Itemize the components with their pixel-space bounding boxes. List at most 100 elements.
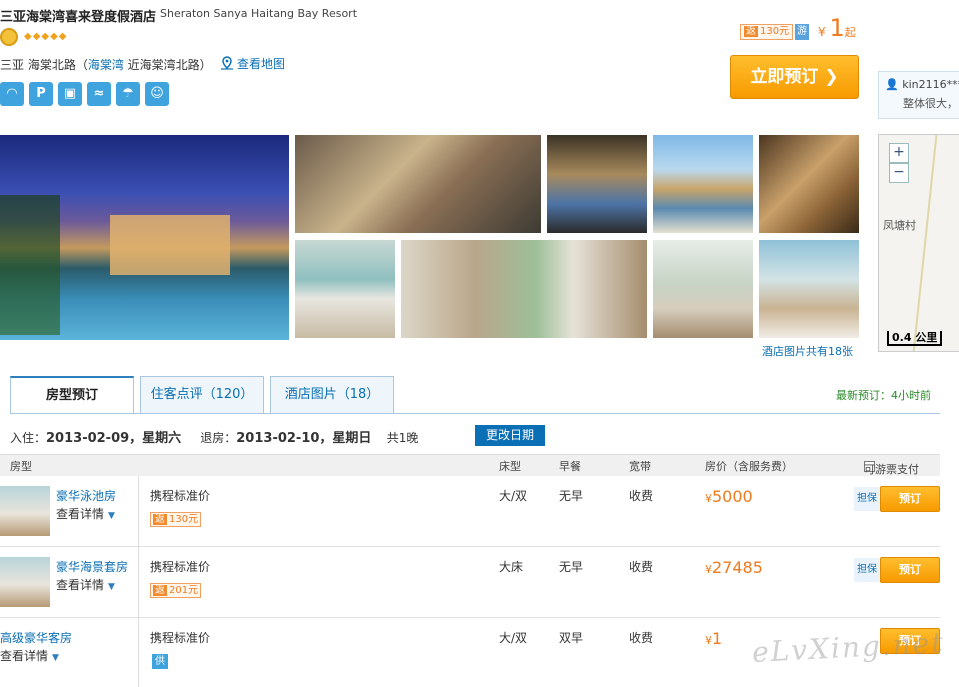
- broadband: 收费: [629, 560, 654, 574]
- gallery-photo[interactable]: [759, 240, 859, 338]
- tab-divider: [10, 413, 940, 414]
- rebate-mark: 返: [153, 514, 167, 525]
- chevron-down-icon: ▼: [108, 511, 115, 521]
- gallery-photo[interactable]: [547, 135, 647, 233]
- rate-plan: 携程标准价: [150, 631, 211, 645]
- hotel-name-english: Sheraton Sanya Haitang Bay Resort: [160, 7, 358, 20]
- zoom-out-button[interactable]: −: [889, 163, 909, 183]
- wifi-icon: ◠: [0, 82, 24, 106]
- breakfast: 无早: [559, 489, 584, 503]
- room-table-header: 房型 床型 早餐 宽带 房价（含服务费） 可游票支付: [0, 454, 940, 476]
- book-button[interactable]: 预订: [880, 557, 940, 583]
- tour-badge: 游: [795, 24, 809, 40]
- review-card[interactable]: 👤 kin2116*** 整体很大，: [878, 71, 959, 119]
- rate-plan: 携程标准价: [150, 489, 211, 503]
- rebate-badge: 返 130元: [740, 24, 794, 40]
- rebate-badge: 返 201元: [150, 583, 202, 598]
- amenity-icons: ◠ P ▣ ≈ ☂ ☺: [0, 82, 169, 106]
- currency: ¥: [705, 634, 712, 647]
- currency: ¥: [705, 563, 712, 576]
- rebate-badge: 返 130元: [150, 512, 202, 527]
- car-icon: ▣: [58, 82, 82, 106]
- room-name[interactable]: 高级豪华客房: [0, 629, 72, 646]
- tour-pay-label: 可游票支付: [864, 463, 919, 476]
- checkin-date: 2013-02-09，星期六: [46, 431, 182, 446]
- bed-type: 大/双: [499, 631, 528, 645]
- room-name[interactable]: 豪华海景套房: [56, 558, 128, 575]
- view-details-link[interactable]: 查看详情 ▼: [56, 576, 115, 593]
- col-bed: 床型: [499, 460, 521, 473]
- beach-icon: ☂: [116, 82, 140, 106]
- hotel-address: 三亚 海棠北路（海棠湾 近海棠湾北路）: [0, 56, 212, 73]
- room-thumbnail[interactable]: [0, 486, 50, 536]
- chevron-down-icon: ▼: [52, 653, 59, 663]
- currency: ¥: [818, 25, 826, 39]
- book-button[interactable]: 预订: [880, 486, 940, 512]
- view-details-link[interactable]: 查看详情 ▼: [0, 647, 59, 664]
- broadband: 收费: [629, 631, 654, 645]
- details-label: 查看详情: [0, 649, 49, 663]
- lowest-price: ¥ 1起: [818, 14, 856, 42]
- area-link[interactable]: 海棠湾: [88, 58, 124, 72]
- price-value: 27485: [712, 558, 763, 577]
- broadband: 收费: [629, 489, 654, 503]
- map-pin-icon: [221, 56, 233, 70]
- room-price: ¥5000: [705, 487, 753, 506]
- rebate-amount: 130元: [760, 26, 790, 37]
- address-suffix: 近海棠湾北路）: [123, 58, 212, 72]
- photo-count-link[interactable]: 酒店图片共有18张: [762, 343, 853, 359]
- price-suffix: 起: [844, 26, 856, 39]
- col-room-type: 房型: [10, 460, 32, 473]
- tab-bar: 房型预订 住客点评（120） 酒店图片（18）: [10, 376, 394, 414]
- col-broadband: 宽带: [629, 460, 651, 473]
- view-map-link[interactable]: 查看地图: [220, 55, 285, 72]
- mini-map[interactable]: + − 凤塘村 0.4 公里: [878, 134, 959, 352]
- column-divider: [138, 547, 139, 618]
- gallery-photo[interactable]: [653, 240, 753, 338]
- rate-plan: 携程标准价: [150, 560, 211, 574]
- map-road: [912, 135, 959, 351]
- col-breakfast: 早餐: [559, 460, 581, 473]
- details-label: 查看详情: [56, 507, 105, 521]
- rebate-amount: 201元: [169, 585, 199, 596]
- tab-reviews[interactable]: 住客点评（120）: [140, 376, 264, 413]
- price-value: 5000: [712, 487, 753, 506]
- room-price: ¥27485: [705, 558, 763, 577]
- stay-dates: 入住：2013-02-09，星期六 退房：2013-02-10，星期日 共1晚: [10, 427, 418, 446]
- main-hotel-photo[interactable]: [0, 135, 289, 340]
- gallery-photo[interactable]: [653, 135, 753, 233]
- checkout-label: 退房：: [200, 431, 237, 445]
- latest-booking: 最新预订：4小时前: [836, 389, 931, 402]
- tab-room-booking[interactable]: 房型预订: [10, 376, 134, 414]
- pool-icon: ≈: [87, 82, 111, 106]
- rebate-mark: 返: [744, 26, 758, 37]
- room-thumbnail[interactable]: [0, 557, 50, 607]
- book-now-button[interactable]: 立即预订 ❯: [730, 55, 859, 99]
- change-date-button[interactable]: 更改日期: [475, 425, 545, 446]
- details-label: 查看详情: [56, 578, 105, 592]
- family-icon: ☺: [145, 82, 169, 106]
- map-place-label: 凤塘村: [883, 219, 916, 232]
- supplier-badge: 供: [152, 654, 168, 669]
- gallery-photo[interactable]: [295, 135, 541, 233]
- gold-medal-icon: [0, 28, 18, 46]
- nights-count: 共1晚: [386, 431, 419, 445]
- gallery-photo[interactable]: [401, 240, 647, 338]
- zoom-in-button[interactable]: +: [889, 143, 909, 163]
- tab-photos[interactable]: 酒店图片（18）: [270, 376, 394, 413]
- table-row: 豪华海景套房 查看详情 ▼ 携程标准价 返 201元 大床 无早 收费 ¥27485…: [0, 547, 940, 618]
- guarantee-badge: 担保: [854, 558, 880, 582]
- room-name[interactable]: 豪华泳池房: [56, 487, 116, 504]
- address-text: 三亚 海棠北路（: [0, 58, 88, 72]
- gallery-photo[interactable]: [759, 135, 859, 233]
- checkin-label: 入住：: [10, 431, 47, 445]
- view-details-link[interactable]: 查看详情 ▼: [56, 505, 115, 522]
- review-text: 整体很大，: [903, 97, 958, 110]
- currency: ¥: [705, 492, 712, 505]
- col-price: 房价（含服务费）: [705, 460, 793, 473]
- view-map-label: 查看地图: [237, 57, 286, 71]
- room-price: ¥1: [705, 629, 722, 648]
- rebate-mark: 返: [153, 585, 167, 596]
- gallery-photo[interactable]: [295, 240, 395, 338]
- checkout-date: 2013-02-10，星期日: [236, 431, 372, 446]
